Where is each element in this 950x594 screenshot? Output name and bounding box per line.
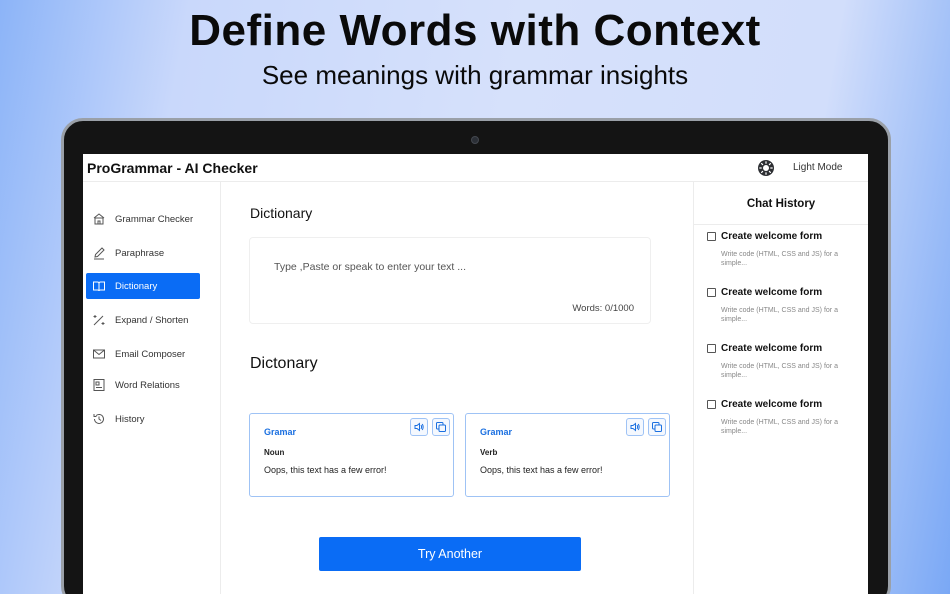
sidebar-item-label: Grammar Checker	[115, 213, 194, 225]
divider	[694, 224, 868, 225]
card-definition: Oops, this text has a few error!	[264, 465, 387, 475]
card-term: Gramar	[480, 427, 513, 437]
card-definition: Oops, this text has a few error!	[480, 465, 603, 475]
theme-toggle-label[interactable]: Light Mode	[793, 162, 842, 173]
definition-card: Gramar Noun Oops, this text has a few er…	[249, 413, 454, 497]
input-placeholder: Type ,Paste or speak to enter your text …	[274, 261, 467, 273]
wand-icon	[92, 313, 106, 327]
chat-history-panel: Chat History Create welcome form Write c…	[693, 182, 868, 594]
sidebar-item-grammar-checker[interactable]: Grammar Checker	[86, 206, 200, 232]
sidebar-item-label: History	[115, 413, 145, 425]
top-bar: ProGrammar - AI Checker Light Mode	[83, 154, 868, 182]
section-title: Dictionary	[250, 205, 313, 221]
hero-subtitle: See meanings with grammar insights	[261, 60, 689, 90]
sidebar-item-paraphrase[interactable]: Paraphrase	[86, 240, 200, 266]
copy-icon[interactable]	[648, 418, 666, 436]
sidebar-item-word-relations[interactable]: Word Relations	[86, 372, 200, 398]
history-item-name: Create welcome form	[721, 343, 823, 354]
sidebar-item-history[interactable]: History	[86, 406, 200, 432]
speaker-icon[interactable]	[410, 418, 428, 436]
sidebar-item-label: Dictionary	[115, 280, 158, 292]
sidebar-item-email-composer[interactable]: Email Composer	[86, 341, 200, 367]
word-count: Words: 0/1000	[572, 303, 634, 314]
sidebar-item-dictionary[interactable]: Dictionary	[86, 273, 200, 299]
history-item-desc: Write code (HTML, CSS and JS) for a simp…	[721, 419, 838, 435]
main-panel: Dictionary Type ,Paste or speak to enter…	[222, 182, 693, 594]
hero-title: Define Words with Context	[189, 6, 761, 55]
camera-icon	[471, 136, 479, 144]
chat-history-title: Chat History	[746, 198, 816, 210]
history-item-name: Create welcome form	[721, 231, 823, 242]
results-title: Dictonary	[250, 355, 318, 372]
history-icon	[92, 412, 106, 426]
card-part-of-speech: Verb	[480, 448, 498, 457]
copy-icon[interactable]	[432, 418, 450, 436]
sidebar-item-label: Email Composer	[115, 348, 186, 360]
history-item-desc: Write code (HTML, CSS and JS) for a simp…	[721, 251, 838, 267]
history-checkbox[interactable]	[707, 400, 716, 409]
history-item-name: Create welcome form	[721, 287, 823, 298]
history-checkbox[interactable]	[707, 288, 716, 297]
sidebar-item-label: Paraphrase	[115, 247, 165, 259]
card-part-of-speech: Noun	[264, 448, 285, 457]
app-window: ProGrammar - AI Checker Light Mode Gramm…	[83, 154, 868, 594]
book-icon	[92, 279, 106, 293]
sidebar-item-label: Word Relations	[115, 379, 180, 391]
pencil-icon	[92, 246, 106, 260]
history-item-name: Create welcome form	[721, 399, 823, 410]
sidebar: Grammar Checker Paraphrase Dictionary Ex…	[83, 182, 221, 594]
try-another-button[interactable]: Try Another	[319, 537, 581, 571]
image-icon	[92, 378, 106, 392]
sidebar-item-label: Expand / Shorten	[115, 314, 189, 326]
speaker-icon[interactable]	[626, 418, 644, 436]
app-title: ProGrammar - AI Checker	[87, 160, 258, 176]
grammar-icon	[92, 212, 106, 226]
history-checkbox[interactable]	[707, 344, 716, 353]
sidebar-item-expand-shorten[interactable]: Expand / Shorten	[86, 307, 200, 333]
mail-icon	[92, 347, 106, 361]
text-input[interactable]: Type ,Paste or speak to enter your text …	[249, 237, 651, 324]
card-term: Gramar	[264, 427, 297, 437]
history-item-desc: Write code (HTML, CSS and JS) for a simp…	[721, 307, 838, 323]
history-checkbox[interactable]	[707, 232, 716, 241]
definition-card: Gramar Verb Oops, this text has a few er…	[465, 413, 670, 497]
history-item-desc: Write code (HTML, CSS and JS) for a simp…	[721, 363, 838, 379]
sun-icon[interactable]	[757, 159, 775, 177]
